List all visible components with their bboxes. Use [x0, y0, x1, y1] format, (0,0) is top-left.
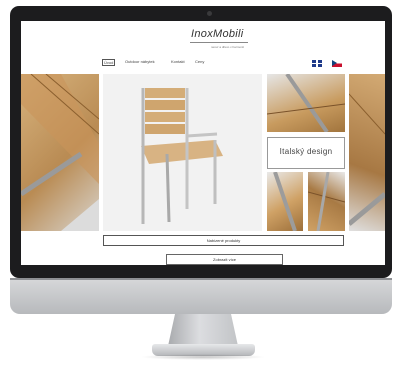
detail-right-svg	[349, 93, 385, 226]
nav-item-home[interactable]: Úvod	[102, 59, 116, 66]
monitor-stand-neck	[168, 314, 238, 346]
italian-design-caption: Italský design	[279, 147, 333, 156]
photo-table-detail-left[interactable]	[21, 74, 99, 231]
monitor-divider	[10, 278, 392, 280]
nav-item-contact[interactable]: Kontakt	[171, 59, 185, 64]
website-screen: InoxMobili nerez a dřevo v harmonii Úvod…	[21, 21, 385, 265]
site-logo[interactable]: InoxMobili	[191, 28, 244, 40]
nav-item-outdoor[interactable]: Outdoor nábytek	[125, 59, 155, 64]
detail-top-svg	[267, 74, 345, 132]
nav-item-prices[interactable]: Ceny	[195, 59, 204, 64]
italian-design-box: Italský design	[267, 137, 345, 169]
flag-cz-icon[interactable]	[332, 60, 342, 67]
photo-chair-main[interactable]	[103, 74, 262, 231]
products-button[interactable]: Nabízené produkty	[103, 235, 344, 246]
flag-uk-icon[interactable]	[312, 60, 322, 67]
monitor-chin	[10, 278, 392, 314]
table-slats-svg	[21, 74, 99, 231]
photo-slat-detail[interactable]	[308, 172, 345, 231]
site-header: InoxMobili nerez a dřevo v harmonii	[21, 21, 385, 55]
site-tagline: nerez a dřevo v harmonii	[211, 45, 245, 49]
leg-detail-svg	[273, 172, 297, 231]
photo-chair-detail-top[interactable]	[267, 74, 345, 132]
show-more-button[interactable]: Zobrazit více	[166, 254, 283, 265]
flag-cz-triangle	[332, 60, 337, 66]
webcam-icon	[207, 11, 212, 16]
chair-illustration	[103, 74, 262, 231]
slat-detail-svg	[308, 172, 345, 231]
photo-leg-detail[interactable]	[267, 172, 303, 231]
stand-shadow	[140, 354, 266, 360]
photo-table-detail-right[interactable]	[349, 74, 385, 231]
logo-underline	[190, 42, 248, 43]
